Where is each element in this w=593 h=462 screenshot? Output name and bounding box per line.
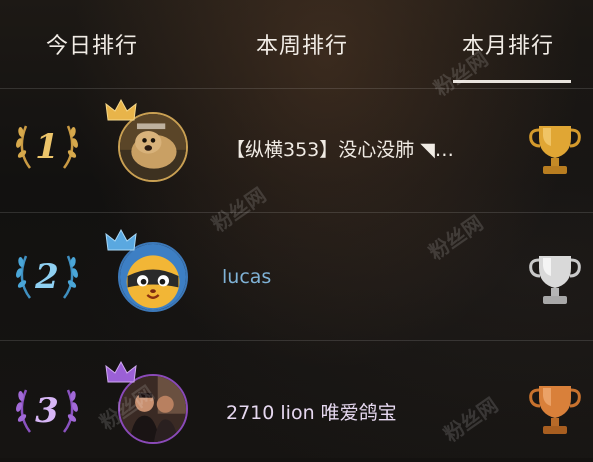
ranking-row-3[interactable]: 3 2710 lion 唯爱鸽宝 bbox=[0, 342, 593, 462]
bronze-trophy-icon bbox=[527, 380, 583, 440]
tab-week[interactable]: 本周排行 bbox=[256, 28, 348, 60]
ranking-row-1[interactable]: 1 【纵横353】没心没肺 ◥… bbox=[0, 92, 593, 212]
silver-trophy-icon bbox=[527, 250, 583, 310]
crown-icon bbox=[104, 360, 138, 386]
tabs-divider bbox=[0, 88, 593, 89]
rank-2-laurel-badge: 2 bbox=[12, 240, 82, 310]
ranking-tabs: 今日排行 本周排行 本月排行 bbox=[0, 0, 593, 88]
user-name[interactable]: 【纵横353】没心没肺 ◥… bbox=[226, 135, 454, 162]
laurel-icon: 1 bbox=[16, 125, 78, 169]
user-name[interactable]: 2710 lion 唯爱鸽宝 bbox=[226, 398, 397, 425]
crown-icon bbox=[104, 98, 138, 124]
gold-trophy-icon bbox=[527, 120, 583, 180]
ranking-row-2[interactable]: 2 lucas bbox=[0, 214, 593, 334]
tab-today[interactable]: 今日排行 bbox=[46, 28, 138, 60]
row-divider bbox=[0, 340, 593, 341]
crown-icon bbox=[104, 228, 138, 254]
laurel-icon: 3 bbox=[16, 389, 78, 433]
svg-text:3: 3 bbox=[35, 391, 59, 431]
svg-text:1: 1 bbox=[35, 127, 59, 167]
svg-text:2: 2 bbox=[34, 257, 59, 297]
avatar-container[interactable] bbox=[104, 98, 194, 188]
row-divider bbox=[0, 212, 593, 213]
rank-3-laurel-badge: 3 bbox=[12, 374, 82, 444]
avatar-container[interactable] bbox=[104, 228, 194, 318]
rank-1-laurel-badge: 1 bbox=[12, 110, 82, 180]
laurel-icon: 2 bbox=[16, 255, 78, 299]
user-name[interactable]: lucas bbox=[222, 266, 271, 288]
